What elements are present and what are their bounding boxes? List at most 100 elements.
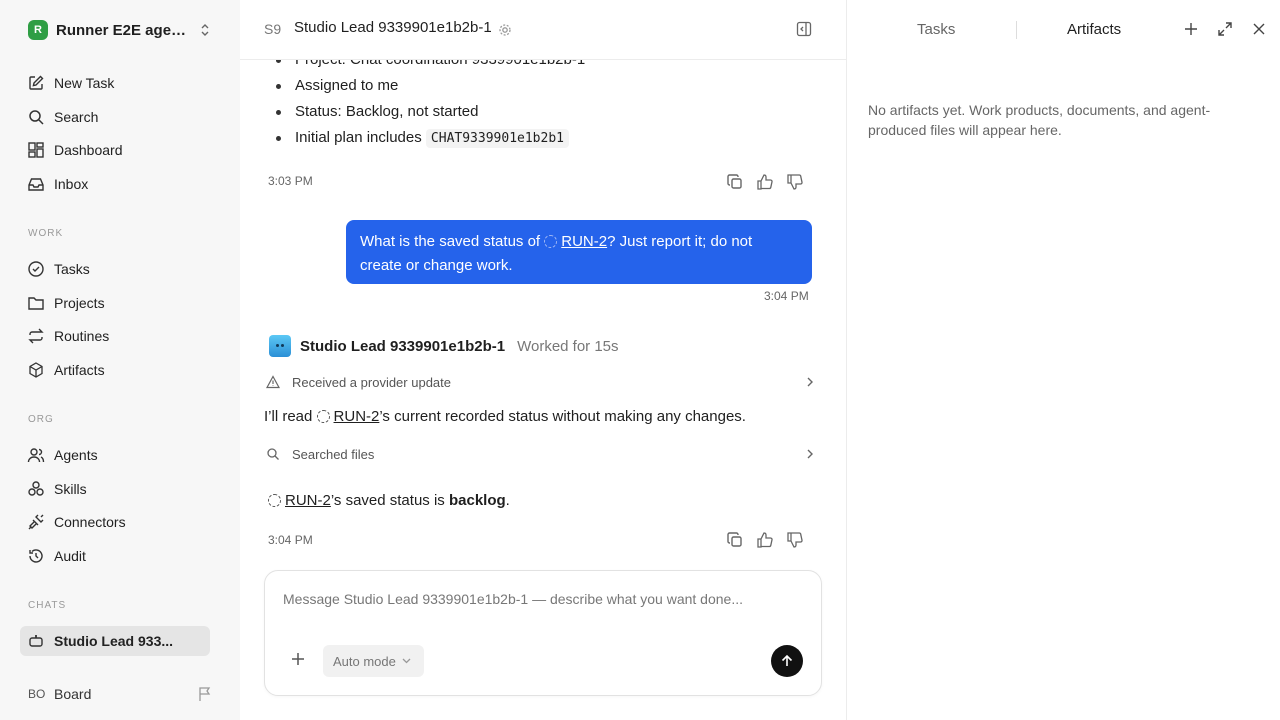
message-timestamp: 3:04 PM [764, 289, 809, 303]
nav-label: Routines [54, 328, 110, 344]
plus-icon[interactable] [291, 652, 305, 666]
agent-answer-mid: ’s saved status is [330, 492, 449, 509]
nav-projects[interactable]: Projects [20, 288, 210, 318]
chat-header: S9 Studio Lead 9339901e1b2b-1 [240, 0, 846, 60]
message-actions [726, 173, 804, 191]
status-backlog-icon [544, 235, 558, 248]
chevron-up-down-icon [201, 24, 209, 36]
section-label-org: ORG [28, 414, 54, 425]
thumbs-up-icon[interactable] [756, 173, 774, 191]
artifacts-panel: Tasks Artifacts No artifacts yet. Work p… [846, 0, 1280, 720]
tab-tasks[interactable]: Tasks [917, 21, 955, 38]
task-link-run-2[interactable]: RUN-2 [334, 408, 380, 425]
thumbs-down-icon[interactable] [786, 173, 804, 191]
empty-state-text: No artifacts yet. Work products, documen… [868, 102, 1211, 138]
agent-avatar [269, 335, 291, 357]
thumbs-up-icon[interactable] [756, 531, 774, 549]
nav-connectors[interactable]: Connectors [20, 507, 210, 537]
tool-call-searched-files[interactable]: Searched files [266, 443, 814, 465]
user-message-bubble: What is the saved status of RUN-2? Just … [346, 220, 812, 284]
chat-badge: S9 [264, 21, 282, 37]
nav-label: Tasks [54, 261, 90, 277]
status-backlog-icon [316, 410, 330, 423]
search-icon [29, 110, 44, 125]
plus-icon[interactable] [1183, 21, 1199, 37]
panel-toggle-icon[interactable] [796, 21, 812, 37]
folder-icon [28, 297, 44, 310]
message-timestamp: 3:04 PM [268, 533, 313, 547]
message-timestamp: 3:03 PM [268, 174, 313, 188]
nav-label: Inbox [54, 176, 89, 192]
nav-inbox[interactable]: Inbox [20, 169, 210, 199]
nav-agents[interactable]: Agents [20, 440, 210, 470]
workspace-name: Runner E2E agen... [56, 21, 188, 39]
task-link-run-2[interactable]: RUN-2 [561, 233, 607, 250]
repeat-icon [28, 328, 44, 344]
agent-worked-duration: Worked for 15s [517, 337, 619, 355]
nav-label: Connectors [54, 514, 126, 530]
avatar: BO [28, 687, 46, 701]
chevron-right-icon [807, 449, 813, 459]
gear-icon[interactable] [498, 23, 512, 37]
tool-call-provider-update[interactable]: Received a provider update [266, 371, 814, 393]
history-icon [29, 549, 43, 563]
thumbs-down-icon[interactable] [786, 531, 804, 549]
nav-new-task[interactable]: New Task [20, 68, 210, 98]
chat-item-studio-lead[interactable]: Studio Lead 933... [20, 626, 210, 656]
nav-label: Dashboard [54, 142, 123, 158]
nav-audit[interactable]: Audit [20, 541, 210, 571]
board-account[interactable]: BO Board [28, 682, 218, 706]
agent-text-suffix: ’s current recorded status without makin… [379, 408, 746, 425]
section-label-chats: CHATS [28, 600, 67, 611]
users-icon [27, 448, 45, 463]
arrow-up-icon [781, 654, 793, 666]
task-link-run-2[interactable]: RUN-2 [285, 492, 331, 509]
chat-item-label: Studio Lead 933... [54, 633, 174, 649]
agent-answer-text: RUN-2’s saved status is backlog. [268, 492, 510, 509]
nav-skills[interactable]: Skills [20, 474, 210, 504]
cube-icon [29, 362, 43, 378]
mode-select[interactable]: Auto mode [323, 645, 424, 677]
send-button[interactable] [771, 645, 803, 677]
tab-artifacts[interactable]: Artifacts [1067, 21, 1121, 38]
nav-routines[interactable]: Routines [20, 321, 210, 351]
user-msg-prefix: What is the saved status of [360, 233, 545, 250]
close-icon[interactable] [1251, 21, 1267, 37]
edit-icon [29, 75, 44, 90]
check-circle-icon [28, 261, 44, 277]
message-input[interactable] [283, 591, 803, 607]
chat-bot-icon [29, 635, 43, 647]
status-backlog-icon [268, 494, 281, 507]
nav-dashboard[interactable]: Dashboard [20, 135, 210, 165]
flag-icon[interactable] [198, 686, 212, 702]
chat-thread: Project: Chat coordination 9339901e1b2b-… [240, 60, 846, 720]
dashboard-icon [28, 142, 44, 158]
list-item: Assigned to me [274, 73, 814, 99]
chevron-down-icon [402, 658, 411, 664]
list-item: Project: Chat coordination 9339901e1b2b-… [274, 60, 814, 73]
workspace-logo: R [28, 20, 48, 40]
agent-message-header: Studio Lead 9339901e1b2b-1 Worked for 15… [269, 335, 619, 357]
agent-text-prefix: I’ll read [264, 408, 317, 425]
status-value: backlog [448, 492, 506, 509]
plan-prefix: Initial plan includes [295, 129, 426, 146]
list-item: Initial plan includes CHAT9339901e1b2b1 [274, 125, 814, 151]
nav-label: Artifacts [54, 362, 105, 378]
agent-message-text: I’ll read RUN-2’s current recorded statu… [264, 408, 746, 425]
nav-tasks[interactable]: Tasks [20, 254, 210, 284]
copy-icon[interactable] [726, 531, 744, 549]
expand-icon[interactable] [1217, 21, 1233, 37]
nav-artifacts[interactable]: Artifacts [20, 355, 210, 385]
sidebar: R Runner E2E agen... New Task Search Das… [0, 0, 240, 720]
inbox-icon [28, 178, 44, 191]
agent-name: Studio Lead 9339901e1b2b-1 [300, 337, 506, 355]
list-item: Status: Backlog, not started [274, 99, 814, 125]
message-composer: Auto mode [264, 570, 822, 696]
warning-icon [266, 375, 280, 389]
workspace-switcher[interactable]: R Runner E2E agen... [20, 16, 220, 44]
copy-icon[interactable] [726, 173, 744, 191]
nav-search[interactable]: Search [20, 102, 210, 132]
tool-call-label: Searched files [292, 446, 375, 462]
nav-label: Projects [54, 295, 105, 311]
agent-answer-end: . [505, 492, 510, 509]
